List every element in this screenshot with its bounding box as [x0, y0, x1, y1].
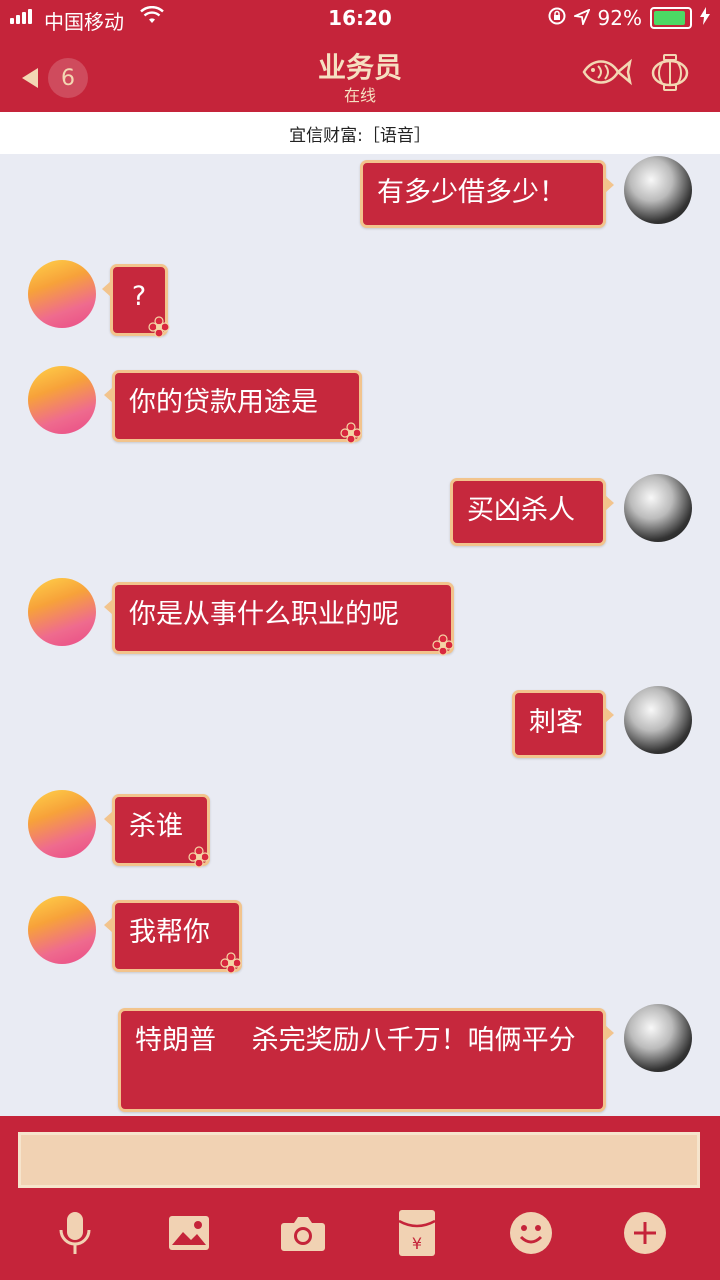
charging-icon [700, 6, 710, 30]
battery-percent: 92% [597, 6, 642, 30]
flower-decoration-icon [188, 846, 210, 868]
flower-decoration-icon [148, 316, 170, 338]
message-list: 有多少借多少！ ? 你的贷款用途是 买凶杀人 你是从事什么职业的呢 刺客 杀谁 … [0, 154, 720, 1116]
message-bubble-sent[interactable]: 买凶杀人 [450, 478, 614, 546]
microphone-icon[interactable] [50, 1208, 100, 1258]
message-row: 你的贷款用途是 [0, 360, 720, 450]
toolbar: ¥ [0, 1208, 720, 1268]
status-right-group: 92% [548, 6, 710, 30]
message-bubble-sent[interactable]: 特朗普 杀完奖励八千万！咱俩平分 [118, 1008, 614, 1112]
image-icon[interactable] [164, 1208, 214, 1258]
battery-icon [650, 7, 692, 29]
message-bubble-sent[interactable]: 有多少借多少！ [360, 160, 614, 228]
message-input[interactable] [18, 1132, 700, 1188]
plus-icon[interactable] [620, 1208, 670, 1258]
emoji-icon[interactable] [506, 1208, 556, 1258]
input-panel: ¥ [0, 1116, 720, 1280]
notice-bar: 宜信财富:［语音］ [0, 112, 720, 154]
message-row: 杀谁 [0, 784, 720, 874]
camera-icon[interactable] [278, 1208, 328, 1258]
battery-fill [654, 11, 685, 25]
message-row: 你是从事什么职业的呢 [0, 572, 720, 662]
agent-avatar[interactable] [28, 260, 96, 328]
lantern-icon[interactable] [650, 54, 690, 92]
message-bubble-sent[interactable]: 刺客 [512, 690, 614, 758]
message-row: 有多少借多少！ [0, 154, 720, 234]
flower-decoration-icon [220, 952, 242, 974]
message-row: 我帮你 [0, 890, 720, 980]
self-avatar[interactable] [624, 156, 692, 224]
fish-icon[interactable] [580, 54, 632, 90]
message-bubble-received[interactable]: 你的贷款用途是 [104, 370, 362, 442]
red-packet-symbol: ¥ [412, 1234, 422, 1253]
location-icon [571, 6, 591, 30]
agent-avatar[interactable] [28, 790, 96, 858]
message-row: ? [0, 254, 720, 344]
status-bar: 中国移动 16:20 92% [0, 0, 720, 36]
self-avatar[interactable] [624, 686, 692, 754]
flower-decoration-icon [340, 422, 362, 444]
self-avatar[interactable] [624, 474, 692, 542]
message-row: 特朗普 杀完奖励八千万！咱俩平分 [0, 1002, 720, 1114]
message-bubble-received[interactable]: 你是从事什么职业的呢 [104, 582, 454, 654]
flower-decoration-icon [432, 634, 454, 656]
agent-avatar[interactable] [28, 578, 96, 646]
orientation-lock-icon [548, 6, 566, 30]
message-row: 刺客 [0, 684, 720, 764]
message-row: 买凶杀人 [0, 472, 720, 552]
agent-avatar[interactable] [28, 896, 96, 964]
agent-avatar[interactable] [28, 366, 96, 434]
self-avatar[interactable] [624, 1004, 692, 1072]
red-packet-icon[interactable]: ¥ [392, 1208, 442, 1258]
chat-header: 中国移动 16:20 92% 6 业务员 在线 [0, 0, 720, 112]
